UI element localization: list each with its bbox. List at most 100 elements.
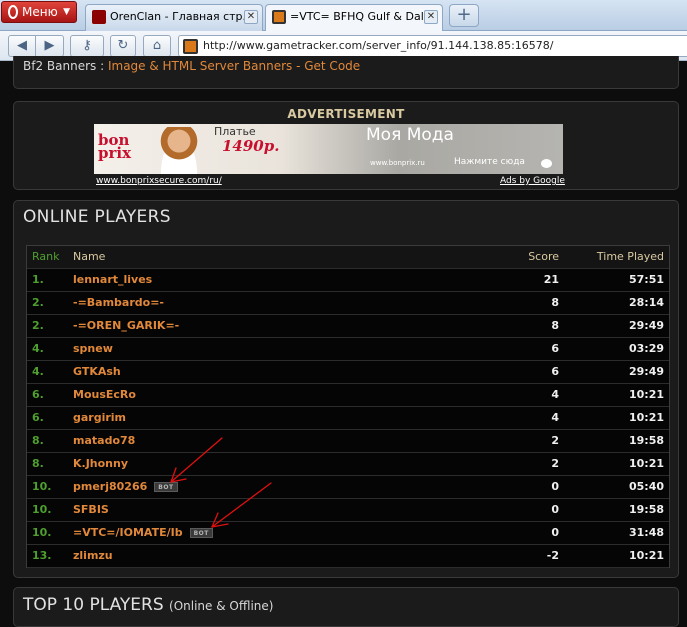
player-name-text[interactable]: zlimzu <box>73 549 113 562</box>
player-name-link[interactable]: spnew <box>73 338 113 360</box>
player-name-text[interactable]: K.Jhonny <box>73 457 128 470</box>
player-name-link[interactable]: gargirim <box>73 407 126 429</box>
player-time-played: 10:21 <box>628 388 664 401</box>
tab-orenclan[interactable]: OrenClan - Главная стр... ✕ <box>85 4 263 31</box>
player-rank: 2. <box>32 319 44 332</box>
player-time-played: 28:14 <box>628 296 664 309</box>
player-score: 0 <box>551 480 559 493</box>
player-score: -2 <box>546 549 559 562</box>
banners-panel: Bf2 Banners : Image & HTML Server Banner… <box>13 56 679 89</box>
ad-brand-logo: bon prix <box>98 131 132 162</box>
player-rank: 8. <box>32 457 44 470</box>
tab-title: =VTC= BFHQ Gulf & Dali... <box>290 10 438 23</box>
player-name-text[interactable]: pmerj80266 <box>73 480 147 493</box>
player-rank: 4. <box>32 365 44 378</box>
player-rank: 4. <box>32 342 44 355</box>
player-name-link[interactable]: pmerj80266 BOT <box>73 476 178 498</box>
player-name-link[interactable]: =VTC=/IOMATE/Ib BOT <box>73 522 213 544</box>
player-score: 0 <box>551 526 559 539</box>
player-name-text[interactable]: spnew <box>73 342 113 355</box>
online-players-title: ONLINE PLAYERS <box>23 207 171 227</box>
player-rank: 6. <box>32 411 44 424</box>
close-icon[interactable]: ✕ <box>424 10 438 24</box>
ad-price: 1490р. <box>222 137 280 155</box>
reload-button[interactable]: ↻ <box>110 35 136 57</box>
player-name-text[interactable]: -=Bambardo=- <box>73 296 164 309</box>
wand-button[interactable]: ⚷ <box>70 35 104 57</box>
header-score[interactable]: Score <box>528 246 559 268</box>
table-row: 6. MousEcRo 4 10:21 <box>27 384 669 407</box>
opera-menu-button[interactable]: Меню ▼ <box>1 1 77 23</box>
opera-logo-icon <box>8 5 18 19</box>
player-rank: 1. <box>32 273 44 286</box>
table-row: 4. GTKAsh 6 29:49 <box>27 361 669 384</box>
player-name-text[interactable]: =VTC=/IOMATE/Ib <box>73 526 183 539</box>
header-name[interactable]: Name <box>73 246 105 268</box>
back-button[interactable]: ◀ <box>8 35 36 57</box>
players-table: Rank Name Score Time Played 1. lennart_li… <box>26 245 670 568</box>
player-time-played: 19:58 <box>628 503 664 516</box>
ad-banner[interactable]: bon prix Платье 1490р. Моя Мода www.bonp… <box>94 124 563 174</box>
player-rank: 10. <box>32 503 52 516</box>
player-rank: 10. <box>32 480 52 493</box>
forward-button[interactable]: ▶ <box>36 35 64 57</box>
player-name-link[interactable]: MousEcRo <box>73 384 136 406</box>
tab-title: OrenClan - Главная стр... <box>110 10 254 23</box>
player-name-link[interactable]: SFBIS <box>73 499 109 521</box>
close-icon[interactable]: ✕ <box>244 10 258 24</box>
header-time-played[interactable]: Time Played <box>597 246 664 268</box>
player-rank: 8. <box>32 434 44 447</box>
player-name-link[interactable]: zlimzu <box>73 545 113 567</box>
ad-display-url[interactable]: www.bonprixsecure.com/ru/ <box>96 176 222 186</box>
player-name-link[interactable]: -=OREN_GARIK=- <box>73 315 179 337</box>
player-time-played: 10:21 <box>628 549 664 562</box>
player-score: 0 <box>551 503 559 516</box>
player-time-played: 31:48 <box>628 526 664 539</box>
player-name-link[interactable]: lennart_lives <box>73 269 152 291</box>
player-name-link[interactable]: K.Jhonny <box>73 453 128 475</box>
banners-label: Bf2 Banners : <box>23 59 105 73</box>
top10-players-panel: TOP 10 PLAYERS (Online & Offline) <box>13 587 679 627</box>
player-time-played: 19:58 <box>628 434 664 447</box>
player-name-text[interactable]: gargirim <box>73 411 126 424</box>
player-name-link[interactable]: -=Bambardo=- <box>73 292 164 314</box>
player-score: 4 <box>551 388 559 401</box>
home-button[interactable]: ⌂ <box>143 35 171 57</box>
header-rank[interactable]: Rank <box>32 246 59 268</box>
gametracker-favicon-icon <box>272 10 286 24</box>
player-name-link[interactable]: matado78 <box>73 430 135 452</box>
banners-line: Bf2 Banners : Image & HTML Server Banner… <box>23 59 360 73</box>
player-name-text[interactable]: GTKAsh <box>73 365 121 378</box>
site-favicon-icon <box>183 39 198 54</box>
player-name-text[interactable]: SFBIS <box>73 503 109 516</box>
player-name-link[interactable]: GTKAsh <box>73 361 121 383</box>
player-name-text[interactable]: -=OREN_GARIK=- <box>73 319 179 332</box>
player-time-played: 03:29 <box>628 342 664 355</box>
tab-gametracker[interactable]: =VTC= BFHQ Gulf & Dali... ✕ <box>265 4 443 32</box>
chevron-down-icon: ▼ <box>63 7 70 17</box>
online-players-panel: ONLINE PLAYERS Rank Name Score Time Play… <box>13 200 679 578</box>
player-time-played: 29:49 <box>628 365 664 378</box>
new-tab-button[interactable]: + <box>449 4 479 27</box>
url-text[interactable]: http://www.gametracker.com/server_info/9… <box>203 36 554 56</box>
address-bar[interactable]: http://www.gametracker.com/server_info/9… <box>178 35 687 57</box>
ads-by-google-link[interactable]: Ads by Google <box>500 176 565 186</box>
table-row: 2. -=Bambardo=- 8 28:14 <box>27 292 669 315</box>
player-score: 8 <box>551 319 559 332</box>
player-score: 6 <box>551 365 559 378</box>
page-content: Bf2 Banners : Image & HTML Server Banner… <box>0 56 687 627</box>
table-header-row: Rank Name Score Time Played <box>27 246 669 269</box>
player-score: 8 <box>551 296 559 309</box>
player-rank: 2. <box>32 296 44 309</box>
player-rank: 6. <box>32 388 44 401</box>
table-row: 10. pmerj80266 BOT 0 05:40 <box>27 476 669 499</box>
player-name-text[interactable]: matado78 <box>73 434 135 447</box>
player-name-text[interactable]: MousEcRo <box>73 388 136 401</box>
player-time-played: 10:21 <box>628 411 664 424</box>
advertisement-panel: ADVERTISEMENT bon prix Платье 1490р. Моя… <box>13 101 679 190</box>
table-row: 8. K.Jhonny 2 10:21 <box>27 453 669 476</box>
player-name-text[interactable]: lennart_lives <box>73 273 152 286</box>
banners-link[interactable]: Image & HTML Server Banners - Get Code <box>108 59 360 73</box>
player-score: 6 <box>551 342 559 355</box>
plus-icon: + <box>456 4 472 25</box>
